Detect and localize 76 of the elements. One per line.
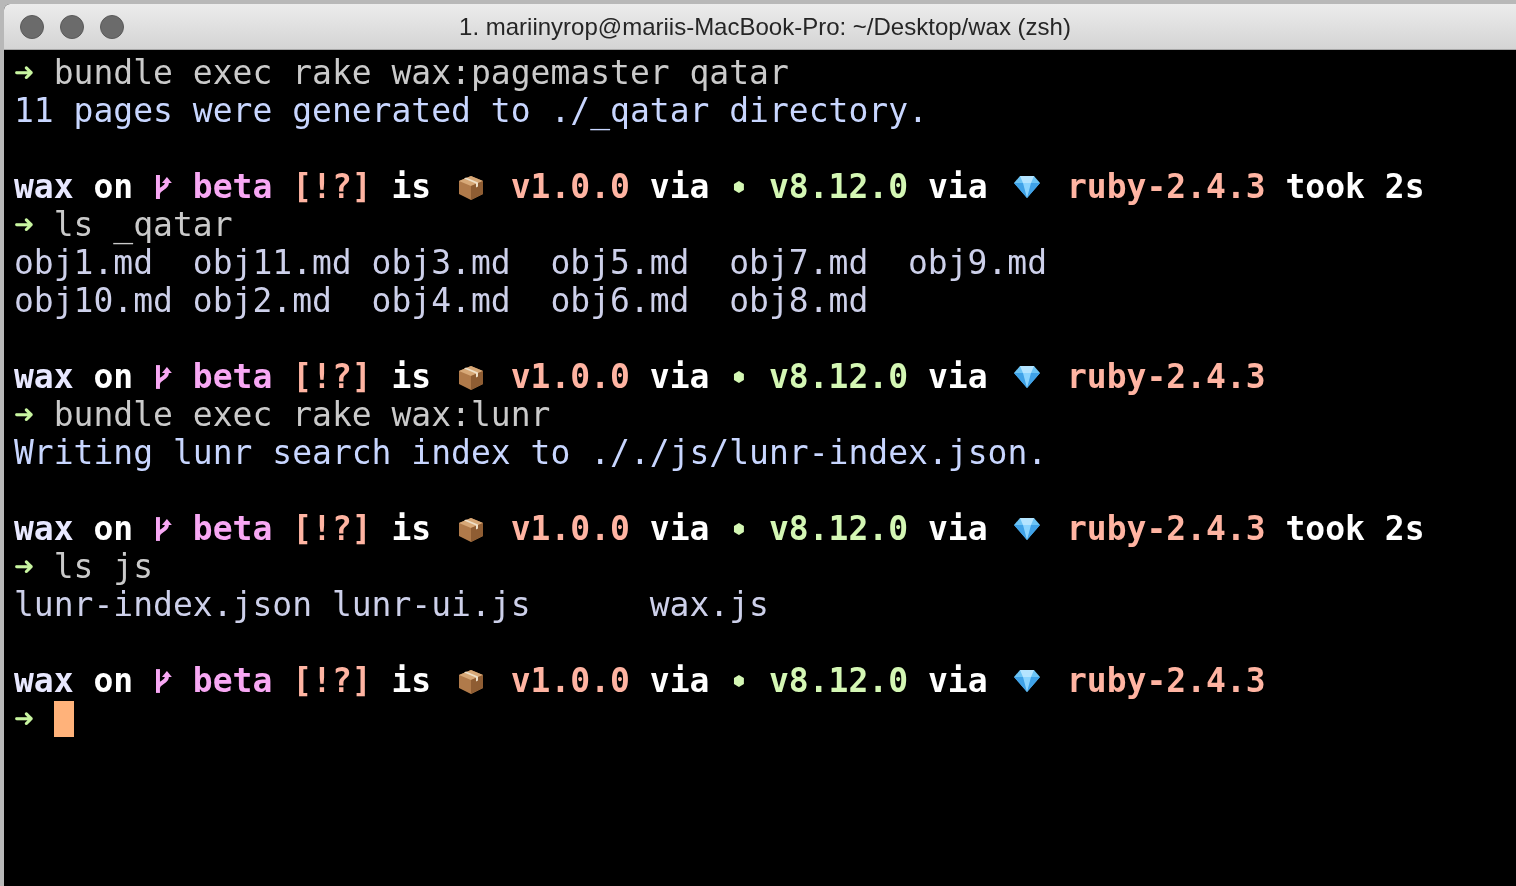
prompt-text: v1.0.0 xyxy=(510,662,630,700)
prompt-text: v1.0.0 xyxy=(510,358,630,396)
prompt-text: [!?] xyxy=(292,662,372,700)
branch-icon xyxy=(153,666,173,696)
prompt-text: beta xyxy=(192,662,273,700)
prompt-text: on xyxy=(93,662,134,700)
prompt-arrow: ➜ xyxy=(14,548,34,586)
prompt-text: ruby-2.4.3 xyxy=(1066,168,1266,206)
prompt-text: wax xyxy=(14,168,74,206)
prompt-text: beta xyxy=(192,358,273,396)
file-name: obj7.md xyxy=(729,244,870,282)
file-name: obj10.md xyxy=(14,282,174,320)
prompt-text: beta xyxy=(192,168,273,206)
text-cursor xyxy=(53,701,74,737)
prompt-text: via xyxy=(649,168,710,206)
prompt-text: v8.12.0 xyxy=(768,358,909,396)
file-name: obj9.md xyxy=(908,244,1049,282)
prompt-text: [!?] xyxy=(292,358,372,396)
branch-icon xyxy=(153,362,173,392)
prompt-text: wax xyxy=(14,662,74,700)
file-name: obj5.md xyxy=(550,244,691,282)
prompt-text: is xyxy=(391,358,432,396)
file-name: obj8.md xyxy=(729,282,870,320)
file-name: lunr-index.json xyxy=(14,586,313,624)
output-text: 11 pages were generated to ./_qatar directory. xyxy=(14,92,928,130)
file-name: obj1.md xyxy=(14,244,154,282)
file-name: wax.js xyxy=(649,586,770,624)
prompt-text: on xyxy=(93,358,134,396)
prompt-text: is xyxy=(391,662,432,700)
prompt-text: via xyxy=(927,662,988,700)
output-text: Writing lunr search index to ././js/lunr-index.json. xyxy=(14,434,1048,472)
prompt-text: is xyxy=(391,510,432,548)
close-button[interactable] xyxy=(20,14,44,39)
prompt-text: wax xyxy=(14,510,74,548)
prompt-arrow: ➜ xyxy=(14,396,34,434)
prompt-text: v8.12.0 xyxy=(768,510,909,548)
prompt-text: wax xyxy=(14,358,74,396)
prompt-text: via xyxy=(649,358,710,396)
minimize-button[interactable] xyxy=(60,14,84,39)
branch-icon xyxy=(153,514,173,544)
file-name: lunr-ui.js xyxy=(331,586,532,624)
prompt-text: via xyxy=(927,358,988,396)
command-text: ls _qatar xyxy=(53,206,233,244)
prompt-text: v8.12.0 xyxy=(768,662,909,700)
command-text: bundle exec rake wax:pagemaster qatar xyxy=(53,54,789,92)
prompt-text: via xyxy=(927,168,988,206)
prompt-text: via xyxy=(927,510,988,548)
file-name: obj2.md xyxy=(192,282,333,320)
window-title: 1. mariinyrop@mariis-MacBook-Pro: ~/Desktop/wax (zsh) xyxy=(458,12,1072,41)
zoom-button[interactable] xyxy=(100,14,124,39)
prompt-arrow: ➜ xyxy=(14,206,34,244)
file-name: obj6.md xyxy=(550,282,691,320)
command-text: bundle exec rake wax:lunr xyxy=(53,396,551,434)
prompt-text: took 2s xyxy=(1285,168,1425,206)
prompt-arrow: ➜ xyxy=(14,54,34,92)
prompt-text: via xyxy=(649,662,710,700)
prompt-text: ruby-2.4.3 xyxy=(1066,662,1266,700)
branch-icon xyxy=(153,172,173,202)
prompt-text: v1.0.0 xyxy=(510,168,630,206)
command-text: ls js xyxy=(53,548,154,586)
prompt-text: took 2s xyxy=(1285,510,1425,548)
prompt-text: [!?] xyxy=(292,168,372,206)
file-name: obj4.md xyxy=(371,282,512,320)
prompt-text: on xyxy=(93,510,134,548)
file-name: obj3.md xyxy=(371,244,512,282)
prompt-text: ruby-2.4.3 xyxy=(1066,510,1266,548)
prompt-arrow: ➜ xyxy=(14,700,34,738)
prompt-text: via xyxy=(649,510,710,548)
prompt-text: beta xyxy=(192,510,273,548)
prompt-text: is xyxy=(391,168,432,206)
prompt-text: on xyxy=(93,168,134,206)
prompt-text: v8.12.0 xyxy=(768,168,909,206)
prompt-text: [!?] xyxy=(292,510,372,548)
file-name: obj11.md xyxy=(192,244,353,282)
prompt-text: ruby-2.4.3 xyxy=(1066,358,1266,396)
prompt-text: v1.0.0 xyxy=(510,510,630,548)
